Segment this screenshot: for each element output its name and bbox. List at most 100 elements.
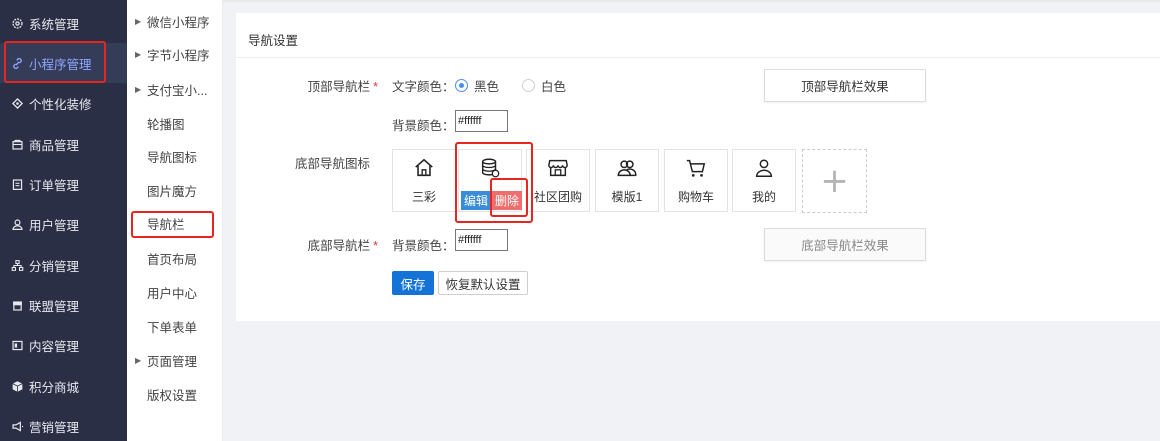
nav-card-label: 三彩 xyxy=(411,190,436,204)
megaphone-icon xyxy=(10,419,24,433)
top-bg-color-label: 背景颜色： xyxy=(392,119,455,133)
bottom-nav-label: 底部导航栏 xyxy=(307,239,371,253)
sidebar-item-label: 营销管理 xyxy=(29,420,80,435)
submenu-item-label: 字节小程序 xyxy=(147,48,210,63)
sidebar-item-label: 订单管理 xyxy=(29,178,80,193)
submenu-item-label: 首页布局 xyxy=(147,252,198,267)
store-icon xyxy=(548,159,568,177)
bottom-nav-label-row: 底部导航栏 * xyxy=(296,235,378,254)
content-icon xyxy=(10,338,24,352)
submenu-item-bytedance[interactable]: ▶ 字节小程序 xyxy=(127,41,223,67)
submenu: ▶ 微信小程序 ▶ 字节小程序 ▶ 支付宝小... 轮播图 导航图标 图片魔方 导航栏… xyxy=(127,0,223,441)
submenu-item-label: 页面管理 xyxy=(147,354,198,369)
nav-card-mine[interactable]: 我的 xyxy=(732,149,796,212)
sidebar-item-label: 联盟管理 xyxy=(29,299,80,314)
bottom-bg-color-label: 背景颜色： xyxy=(392,239,455,253)
hierarchy-icon xyxy=(10,258,24,272)
sidebar-item-miniprogram[interactable]: 小程序管理 xyxy=(0,43,127,83)
bottom-bg-color-input[interactable] xyxy=(455,229,508,251)
triangle-right-icon: ▶ xyxy=(135,49,142,59)
submenu-item-carousel[interactable]: 轮播图 xyxy=(127,110,223,136)
sidebar-item-label: 个性化装修 xyxy=(29,97,92,112)
nav-card-sancai[interactable]: 三彩 xyxy=(392,149,456,212)
top-nav-effect-button[interactable]: 顶部导航栏效果 xyxy=(764,69,926,102)
sidebar-item-label: 小程序管理 xyxy=(29,57,92,72)
submenu-item-alipay[interactable]: ▶ 支付宝小... xyxy=(127,76,223,102)
sidebar-item-label: 分销管理 xyxy=(29,259,80,274)
radio-label: 黑色 xyxy=(474,80,500,94)
radio-white[interactable]: 白色 xyxy=(522,76,566,95)
nav-card-label: 购物车 xyxy=(677,190,714,204)
triangle-right-icon: ▶ xyxy=(135,355,142,365)
submenu-item-order-form[interactable]: 下单表单 xyxy=(127,313,223,339)
gear-icon xyxy=(10,16,24,30)
submenu-item-navbar[interactable]: 导航栏 xyxy=(127,210,223,236)
sidebar-item-content[interactable]: 内容管理 xyxy=(0,325,127,365)
radio-circle xyxy=(455,79,468,92)
save-button[interactable]: 保存 xyxy=(392,271,434,295)
user-icon xyxy=(10,217,24,231)
submenu-item-nav-icons[interactable]: 导航图标 xyxy=(127,143,223,169)
edit-button[interactable]: 编辑 xyxy=(461,191,491,210)
submenu-item-label: 版权设置 xyxy=(147,388,198,403)
nav-card-community[interactable]: 社区团购 xyxy=(526,149,590,212)
submenu-item-image-cube[interactable]: 图片魔方 xyxy=(127,177,223,203)
top-bg-color-input[interactable] xyxy=(455,110,508,132)
submenu-item-copyright[interactable]: 版权设置 xyxy=(127,381,223,407)
sidebar-item-label: 系统管理 xyxy=(29,17,80,32)
cart-icon xyxy=(686,159,706,177)
top-nav-label: 顶部导航栏 xyxy=(307,80,371,94)
store-icon xyxy=(10,298,24,312)
sidebar-item-label: 商品管理 xyxy=(29,138,80,153)
clipboard-icon xyxy=(10,177,24,191)
top-border xyxy=(223,0,1160,2)
sidebar-item-distribution[interactable]: 分销管理 xyxy=(0,245,127,285)
cube-icon xyxy=(10,379,24,393)
delete-button[interactable]: 删除 xyxy=(492,191,522,210)
submenu-item-label: 图片魔方 xyxy=(147,184,198,199)
sidebar-item-goods[interactable]: 商品管理 xyxy=(0,124,127,164)
submenu-item-wechat[interactable]: ▶ 微信小程序 xyxy=(127,8,223,34)
nav-card-template[interactable]: 模版1 xyxy=(595,149,659,212)
radio-black[interactable]: 黑色 xyxy=(455,76,499,95)
submenu-item-label: 微信小程序 xyxy=(147,15,210,30)
submenu-item-label: 下单表单 xyxy=(147,320,198,335)
reset-default-button[interactable]: 恢复默认设置 xyxy=(438,271,528,295)
top-nav-label-row: 顶部导航栏 * xyxy=(296,76,378,95)
sidebar-item-orders[interactable]: 订单管理 xyxy=(0,164,127,204)
sidebar-item-points-mall[interactable]: 积分商城 xyxy=(0,366,127,406)
sidebar-item-alliance[interactable]: 联盟管理 xyxy=(0,285,127,325)
main-sidebar: 系统管理 小程序管理 个性化装修 商品管理 订单管理 用户管理 分销管理 联盟管… xyxy=(0,0,127,441)
sidebar-item-system[interactable]: 系统管理 xyxy=(0,3,127,43)
sidebar-item-label: 积分商城 xyxy=(29,380,80,395)
bottom-icons-label: 底部导航图标 xyxy=(294,157,370,171)
nav-card-cart[interactable]: 购物车 xyxy=(664,149,728,212)
sidebar-item-decoration[interactable]: 个性化装修 xyxy=(0,83,127,123)
submenu-item-label: 支付宝小... xyxy=(147,83,208,98)
link-icon xyxy=(10,56,24,70)
title-divider xyxy=(236,57,1160,58)
submenu-item-user-center[interactable]: 用户中心 xyxy=(127,279,223,305)
triangle-right-icon: ▶ xyxy=(135,84,142,94)
bottom-nav-effect-button[interactable]: 底部导航栏效果 xyxy=(764,228,926,261)
nav-card-label: 我的 xyxy=(751,190,776,204)
sidebar-item-users[interactable]: 用户管理 xyxy=(0,204,127,244)
submenu-item-home-layout[interactable]: 首页布局 xyxy=(127,245,223,271)
user-icon xyxy=(755,159,773,177)
sidebar-item-marketing[interactable]: 营销管理 xyxy=(0,406,127,441)
submenu-item-label: 轮播图 xyxy=(147,117,185,132)
sidebar-item-label: 内容管理 xyxy=(29,339,80,354)
triangle-right-icon: ▶ xyxy=(135,16,142,26)
shop-icon xyxy=(10,137,24,151)
submenu-item-label: 导航栏 xyxy=(147,217,185,232)
required-asterisk: * xyxy=(373,80,378,94)
submenu-item-page-manage[interactable]: ▶ 页面管理 xyxy=(127,347,223,373)
submenu-item-label: 用户中心 xyxy=(147,286,198,301)
radio-label: 白色 xyxy=(541,80,567,94)
text-color-label: 文字颜色： xyxy=(392,80,455,94)
database-icon xyxy=(481,158,500,178)
add-nav-icon-button[interactable]: + xyxy=(802,149,867,213)
radio-circle xyxy=(522,79,535,92)
required-asterisk: * xyxy=(373,239,378,253)
users-icon xyxy=(617,160,637,177)
